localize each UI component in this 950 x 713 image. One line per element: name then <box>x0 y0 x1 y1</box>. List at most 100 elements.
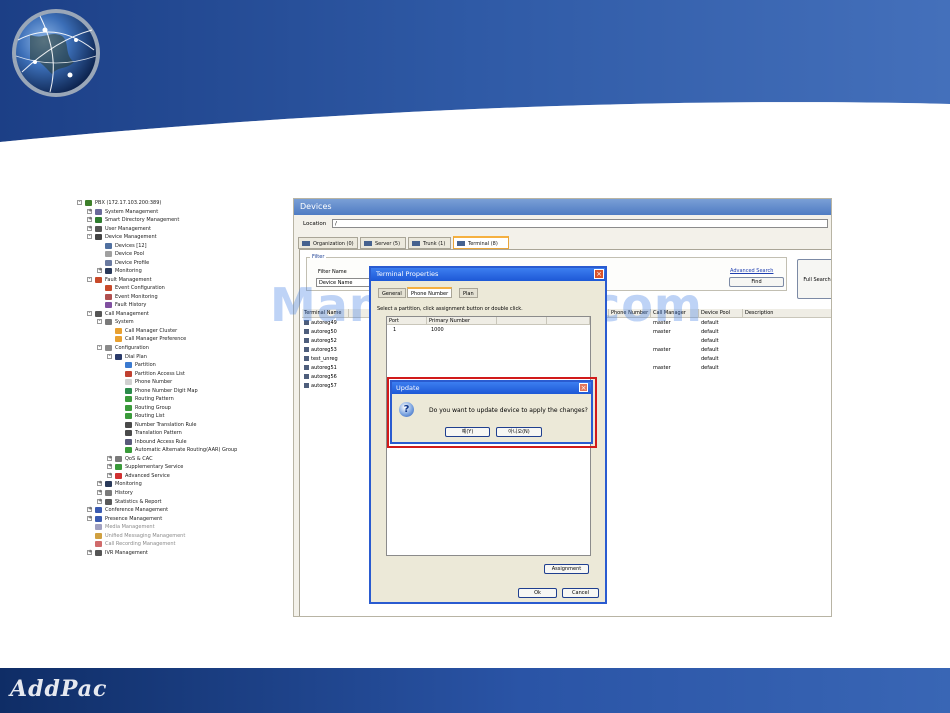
list-cell-port[interactable]: 1 <box>391 326 396 334</box>
tree-node-icon <box>115 353 122 360</box>
grid-cell-terminal-name[interactable]: autoreg52 <box>302 337 337 346</box>
tree-node-icon <box>115 455 122 462</box>
tree-item-label: Monitoring <box>115 481 142 488</box>
terminal-close-icon[interactable]: × <box>594 269 604 279</box>
collapse-icon[interactable]: - <box>107 353 112 359</box>
expand-icon[interactable]: + <box>87 549 92 555</box>
grid-column-header[interactable]: Description <box>743 309 831 318</box>
grid-cell[interactable] <box>699 382 701 391</box>
advanced-search-link[interactable]: Advanced Search <box>730 268 773 274</box>
tree-item-label: System <box>115 319 134 326</box>
tree-node-icon <box>95 217 102 224</box>
grid-cell[interactable]: default <box>699 346 719 355</box>
collapse-icon[interactable]: - <box>97 319 102 325</box>
tree-node-icon <box>105 293 112 300</box>
location-label: Location <box>303 221 327 227</box>
tree-item-label: PBX (172.17.103.200:389) <box>95 200 162 206</box>
tree-item-label: Advanced Service <box>125 472 170 479</box>
tree-node-icon <box>115 336 122 343</box>
collapse-icon[interactable]: - <box>87 276 92 282</box>
tree-node-icon <box>95 507 102 514</box>
collapse-icon[interactable]: - <box>97 345 102 350</box>
tree-item-label: Partition Access List <box>135 370 185 377</box>
tree-item-label: Presence Management <box>105 515 163 522</box>
list-header-primary-number[interactable]: Primary Number <box>427 317 497 325</box>
tab-plan[interactable]: Plan <box>459 288 478 298</box>
grid-cell[interactable]: default <box>699 355 719 364</box>
yes-button[interactable]: 예(Y) <box>445 427 490 437</box>
expand-icon[interactable]: + <box>87 208 92 214</box>
tree-node-icon <box>95 524 102 531</box>
terminal-icon <box>304 356 309 361</box>
addpac-logo: AddPac <box>10 676 108 702</box>
grid-cell[interactable]: master <box>651 346 671 355</box>
full-search-button[interactable]: Full Search <box>797 259 831 299</box>
grid-cell[interactable]: default <box>699 364 719 373</box>
grid-cell-terminal-name[interactable]: autoreg53 <box>302 346 337 355</box>
grid-cell-terminal-name[interactable]: autoreg51 <box>302 364 337 373</box>
grid-cell[interactable] <box>651 337 653 346</box>
expand-icon[interactable]: + <box>87 225 92 231</box>
grid-cell[interactable] <box>651 373 653 382</box>
expand-icon[interactable]: + <box>107 464 112 470</box>
collapse-icon[interactable]: - <box>87 310 92 316</box>
grid-cell[interactable] <box>609 373 611 382</box>
grid-cell[interactable] <box>651 355 653 364</box>
update-dialog: Update × ? Do you want to update device … <box>390 380 593 444</box>
expand-icon[interactable]: + <box>87 507 92 513</box>
tab-terminal[interactable]: Terminal (8) <box>453 236 509 249</box>
grid-cell[interactable] <box>609 355 611 364</box>
tree-item-label: Call Manager Cluster <box>125 327 178 334</box>
grid-cell[interactable] <box>609 382 611 391</box>
cancel-button[interactable]: Cancel <box>562 588 599 598</box>
ok-button[interactable]: Ok <box>518 588 557 598</box>
tab-general[interactable]: General <box>378 288 406 298</box>
location-input[interactable]: / <box>332 219 828 228</box>
assignment-button[interactable]: Assignment <box>544 564 589 574</box>
tab-phone-number[interactable]: Phone Number <box>407 287 453 298</box>
grid-cell[interactable] <box>651 382 653 391</box>
expand-icon[interactable]: + <box>97 268 102 274</box>
tab-trunk[interactable]: Trunk (1) <box>408 237 451 249</box>
grid-cell[interactable] <box>609 346 611 355</box>
grid-cell[interactable]: default <box>699 337 719 346</box>
no-button[interactable]: 아니오(N) <box>496 427 542 437</box>
expand-icon[interactable]: + <box>107 455 112 461</box>
tab-server[interactable]: Server (5) <box>360 237 406 249</box>
collapse-icon[interactable]: - <box>87 234 92 240</box>
grid-cell[interactable] <box>699 373 701 382</box>
header-graphic <box>0 0 950 148</box>
grid-cell-terminal-name[interactable]: autoreg57 <box>302 382 337 391</box>
list-cell-primary-number[interactable]: 1000 <box>429 326 444 334</box>
tree-node-icon <box>105 251 112 258</box>
expand-icon[interactable]: + <box>107 472 112 478</box>
question-icon: ? <box>399 402 414 417</box>
expand-icon[interactable]: + <box>97 481 102 487</box>
tree-item-label: Fault History <box>115 302 147 309</box>
grid-cell[interactable] <box>609 364 611 373</box>
tree-node-icon <box>95 541 102 548</box>
collapse-icon[interactable]: - <box>77 200 82 205</box>
tree-item-label: Phone Number Digit Map <box>135 387 198 394</box>
find-button[interactable]: Find <box>729 277 784 287</box>
expand-icon[interactable]: + <box>97 498 102 504</box>
grid-column-header[interactable]: Device Pool <box>699 309 743 318</box>
expand-icon[interactable]: + <box>97 490 102 496</box>
tab-organization[interactable]: Organization (0) <box>298 237 358 249</box>
tree-node-icon <box>95 234 102 241</box>
tree-node-icon <box>125 430 132 437</box>
tree-item-label: Fault Management <box>105 276 152 283</box>
grid-cell-terminal-name[interactable]: test_unreg <box>302 355 338 364</box>
update-close-icon[interactable]: × <box>579 383 588 392</box>
expand-icon[interactable]: + <box>87 217 92 223</box>
tree-item-label: Routing List <box>135 413 165 420</box>
grid-cell[interactable] <box>609 337 611 346</box>
grid-cell[interactable]: master <box>651 364 671 373</box>
list-header-col4[interactable] <box>547 317 590 325</box>
tree-node-icon <box>115 472 122 479</box>
list-header-port[interactable]: Port <box>387 317 427 325</box>
expand-icon[interactable]: + <box>87 515 92 521</box>
grid-cell-terminal-name[interactable]: autoreg56 <box>302 373 337 382</box>
tree-item-label: Statistics & Report <box>115 498 162 505</box>
list-header-col3[interactable] <box>497 317 547 325</box>
